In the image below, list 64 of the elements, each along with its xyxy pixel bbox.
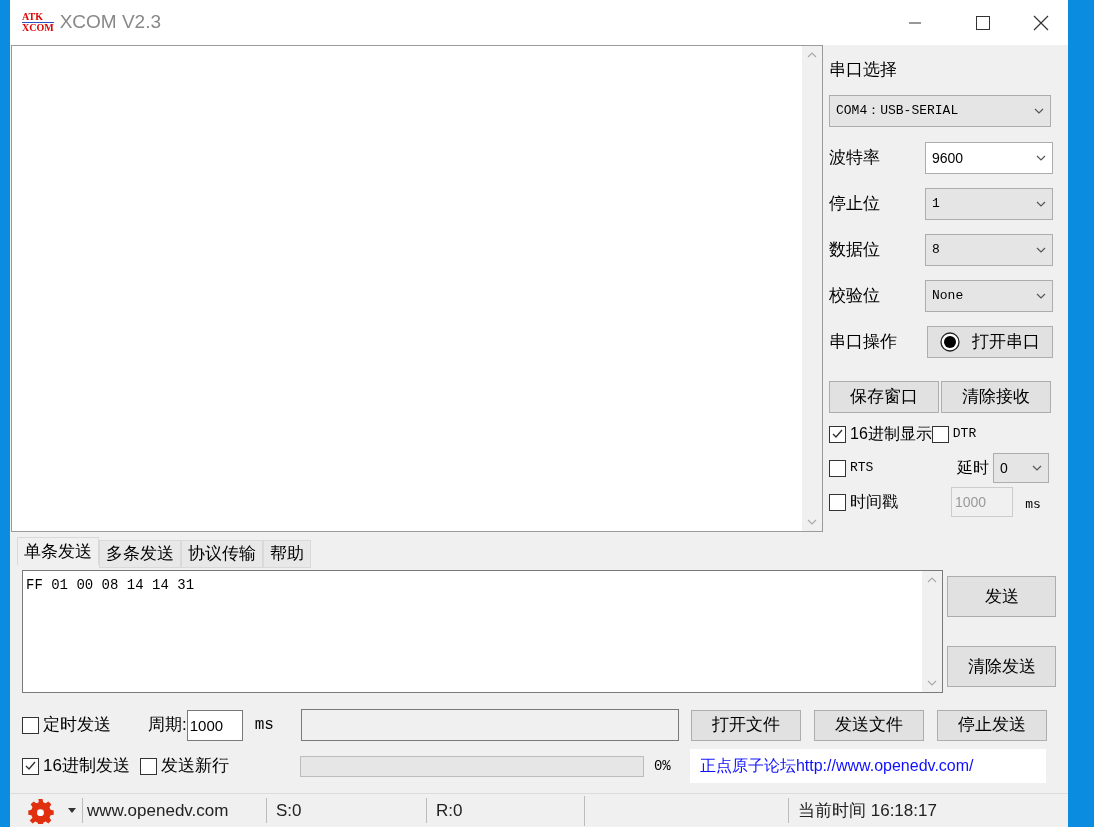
maximize-icon [976, 15, 990, 30]
dropdown[interactable]: 0 [993, 453, 1049, 483]
period-label: 周期: [148, 714, 187, 737]
dropdown[interactable]: 1 [925, 188, 1053, 220]
progress-text: 0% [653, 756, 672, 776]
checkbox-label: 时间戳 [850, 492, 898, 512]
setting-label: 校验位 [829, 285, 880, 308]
tab[interactable]: 多条发送 [99, 540, 181, 568]
period-field[interactable]: 1000 [186, 709, 243, 741]
minimize-icon [909, 21, 921, 24]
button[interactable]: 打开文件 [690, 709, 801, 741]
chevron-down-icon [1036, 155, 1046, 161]
status-received: R:0 [426, 797, 584, 824]
panel-label: 串口选择 [829, 59, 898, 81]
chevron-down-icon [1032, 465, 1042, 471]
dropdown[interactable]: None [925, 280, 1053, 312]
app-logo: ATK XCOM [22, 12, 54, 33]
status-site: www.openedv.com [82, 797, 266, 824]
file-path-field[interactable] [300, 709, 679, 741]
button[interactable]: 发送 [947, 576, 1056, 617]
checkbox[interactable] [22, 757, 39, 775]
chevron-down-icon [1036, 247, 1046, 253]
chevron-down-icon [1036, 293, 1046, 299]
chevron-down-icon [1036, 201, 1046, 207]
button[interactable]: 清除接收 [941, 381, 1051, 413]
status-sent: S:0 [266, 797, 426, 824]
setting-label: 波特率 [829, 147, 880, 170]
caret-icon[interactable] [68, 808, 76, 813]
close-icon [1033, 14, 1049, 31]
checkbox[interactable] [931, 425, 949, 443]
setting-label: 数据位 [829, 239, 880, 262]
checkbox-label: RTS [850, 459, 874, 478]
tab[interactable]: 帮助 [263, 540, 311, 568]
gear-icon[interactable] [28, 797, 54, 824]
chevron-down-icon [1034, 108, 1044, 114]
unit-label: ms [254, 715, 275, 736]
setting-label: 串口操作 [829, 331, 897, 354]
checkbox-label: 定时发送 [43, 714, 111, 737]
delay-label: 延时 [957, 458, 989, 478]
send-text: FF 01 00 08 14 14 31 [25, 576, 196, 595]
checkbox-label: 16进制显示 [850, 424, 932, 444]
unit-label: ms [1024, 496, 1042, 515]
checkbox[interactable] [22, 716, 39, 734]
status-time: 当前时间 16:18:17 [788, 797, 937, 824]
button[interactable]: 停止发送 [936, 709, 1047, 741]
checkbox-label: 发送新行 [160, 755, 229, 778]
checkbox[interactable] [829, 425, 846, 443]
setting-label: 停止位 [829, 193, 880, 216]
checkbox-label: 16进制发送 [43, 755, 130, 778]
tab[interactable]: 协议传输 [181, 540, 263, 568]
button[interactable]: 发送文件 [813, 709, 924, 741]
radio-record-icon [940, 332, 960, 352]
checkbox-label: DTR [952, 425, 977, 444]
button[interactable]: 清除发送 [947, 646, 1056, 687]
dropdown[interactable]: COM4：USB-SERIAL [829, 95, 1051, 127]
checkbox[interactable] [829, 459, 846, 477]
dropdown[interactable]: 9600 [925, 142, 1053, 174]
checkbox[interactable] [139, 757, 157, 775]
checkbox[interactable] [829, 493, 846, 511]
open-port-button[interactable]: 打开串口 [927, 326, 1053, 358]
dropdown[interactable]: 8 [925, 234, 1053, 266]
button[interactable]: 保存窗口 [829, 381, 939, 413]
tab[interactable]: 单条发送 [17, 537, 99, 565]
window-title: XCOM V2.3 [59, 10, 162, 35]
